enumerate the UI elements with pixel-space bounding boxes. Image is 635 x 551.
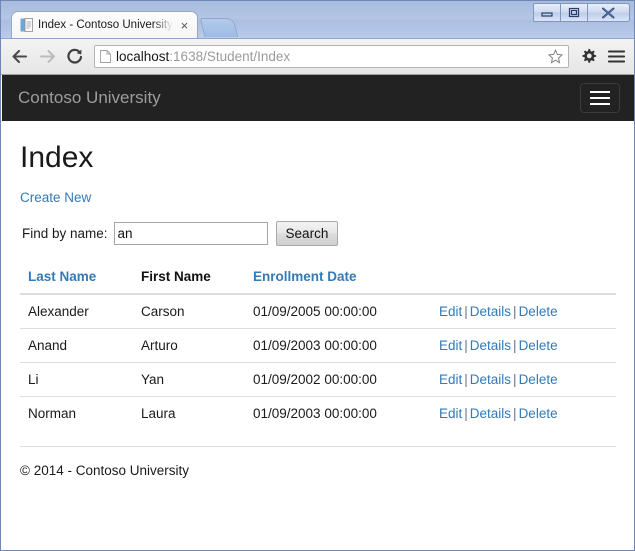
action-separator: | [513, 406, 517, 421]
navbar-toggle-button[interactable] [580, 83, 620, 113]
action-separator: | [464, 372, 468, 387]
delete-link[interactable]: Delete [519, 338, 558, 353]
forward-arrow-icon[interactable] [36, 46, 58, 68]
tab-strip: Index - Contoso University × [1, 10, 634, 38]
gear-icon[interactable] [577, 46, 599, 68]
site-navbar: Contoso University [2, 75, 634, 121]
page-viewport: Contoso University Index Create New Find… [1, 75, 634, 550]
cell-first-name: Yan [133, 362, 245, 397]
table-row: Alexander Carson 01/09/2005 00:00:00 Edi… [20, 294, 616, 329]
action-separator: | [464, 406, 468, 421]
action-separator: | [513, 304, 517, 319]
hamburger-bar [590, 97, 610, 99]
url-host: localhost [116, 48, 170, 64]
document-favicon-icon [20, 18, 33, 32]
address-bar[interactable]: localhost:1638/Student/Index [94, 45, 569, 68]
table-row: Anand Arturo 01/09/2003 00:00:00 Edit | De… [20, 328, 616, 363]
search-button[interactable]: Search [275, 221, 339, 246]
action-separator: | [464, 338, 468, 353]
reload-icon[interactable] [64, 46, 86, 68]
cell-last-name: Norman [20, 396, 133, 430]
cell-last-name: Anand [20, 328, 133, 363]
star-icon[interactable] [546, 49, 564, 64]
cell-enrollment-date: 01/09/2002 00:00:00 [245, 362, 431, 397]
action-separator: | [464, 304, 468, 319]
new-tab-button[interactable] [199, 18, 239, 37]
tab-title: Index - Contoso University [38, 19, 173, 31]
cell-first-name: Laura [133, 396, 245, 430]
cell-enrollment-date: 01/09/2005 00:00:00 [253, 304, 377, 319]
sort-enrollment-date-link[interactable]: Enrollment Date [253, 269, 357, 284]
browser-tab-active[interactable]: Index - Contoso University × [11, 11, 198, 38]
table-body: Alexander Carson 01/09/2005 00:00:00 Edi… [20, 294, 616, 430]
column-header-enrollment-date: Enrollment Date [245, 264, 431, 295]
edit-link[interactable]: Edit [439, 338, 462, 353]
page-container: Index Create New Find by name: Search La… [2, 141, 634, 478]
action-separator: | [513, 372, 517, 387]
table-header-row: Last Name First Name Enrollment Date [20, 264, 616, 295]
search-label: Find by name: [22, 226, 108, 241]
edit-link[interactable]: Edit [439, 304, 462, 319]
details-link[interactable]: Details [470, 304, 511, 319]
hamburger-bar [590, 91, 610, 93]
edit-link[interactable]: Edit [439, 406, 462, 421]
cell-actions: Edit | Details | Delete [431, 328, 616, 363]
page-icon [100, 50, 111, 63]
table-row: Norman Laura 01/09/2003 00:00:00 Edit | De… [20, 396, 616, 430]
students-table: Last Name First Name Enrollment Date Ale… [20, 264, 616, 430]
cell-last-name: Li [20, 362, 133, 397]
cell-enrollment-date: 01/09/2003 00:00:00 [245, 328, 431, 363]
cell-first-name: Arturo [133, 328, 245, 363]
create-new-link[interactable]: Create New [20, 190, 91, 205]
delete-link[interactable]: Delete [519, 406, 558, 421]
details-link[interactable]: Details [470, 406, 511, 421]
details-link[interactable]: Details [470, 372, 511, 387]
window-titlebar: Index - Contoso University × [1, 1, 634, 39]
column-header-last-name: Last Name [20, 264, 133, 295]
search-form: Find by name: Search [22, 221, 616, 246]
column-header-actions [431, 264, 616, 295]
column-header-first-name: First Name [133, 264, 245, 295]
page-footer: © 2014 - Contoso University [20, 446, 616, 478]
action-separator: | [513, 338, 517, 353]
table-head: Last Name First Name Enrollment Date [20, 264, 616, 295]
hamburger-menu-icon[interactable] [605, 46, 627, 68]
browser-toolbar: localhost:1638/Student/Index [1, 39, 634, 75]
browser-window: Index - Contoso University × localhost:1… [0, 0, 635, 551]
details-link[interactable]: Details [470, 338, 511, 353]
back-arrow-icon[interactable] [8, 46, 30, 68]
cell-enrollment-date: 01/09/2003 00:00:00 [245, 396, 431, 430]
cell-actions: Edit | Details | Delete [431, 362, 616, 397]
table-row: Li Yan 01/09/2002 00:00:00 Edit | Details |… [20, 362, 616, 397]
delete-link[interactable]: Delete [519, 372, 558, 387]
delete-link[interactable]: Delete [519, 304, 558, 319]
cell-first-name: Carson [141, 304, 185, 319]
url-path: :1638/Student/Index [169, 48, 291, 64]
cell-actions: Edit | Details | Delete [431, 294, 616, 329]
page-title: Index [20, 141, 94, 174]
site-brand[interactable]: Contoso University [18, 88, 161, 108]
hamburger-bar [590, 103, 610, 105]
sort-last-name-link[interactable]: Last Name [28, 269, 96, 284]
tab-close-icon[interactable]: × [178, 19, 191, 32]
search-input[interactable] [113, 222, 268, 245]
edit-link[interactable]: Edit [439, 372, 462, 387]
address-bar-url: localhost:1638/Student/Index [116, 49, 541, 65]
cell-actions: Edit | Details | Delete [431, 396, 616, 430]
cell-last-name: Alexander [28, 304, 89, 319]
